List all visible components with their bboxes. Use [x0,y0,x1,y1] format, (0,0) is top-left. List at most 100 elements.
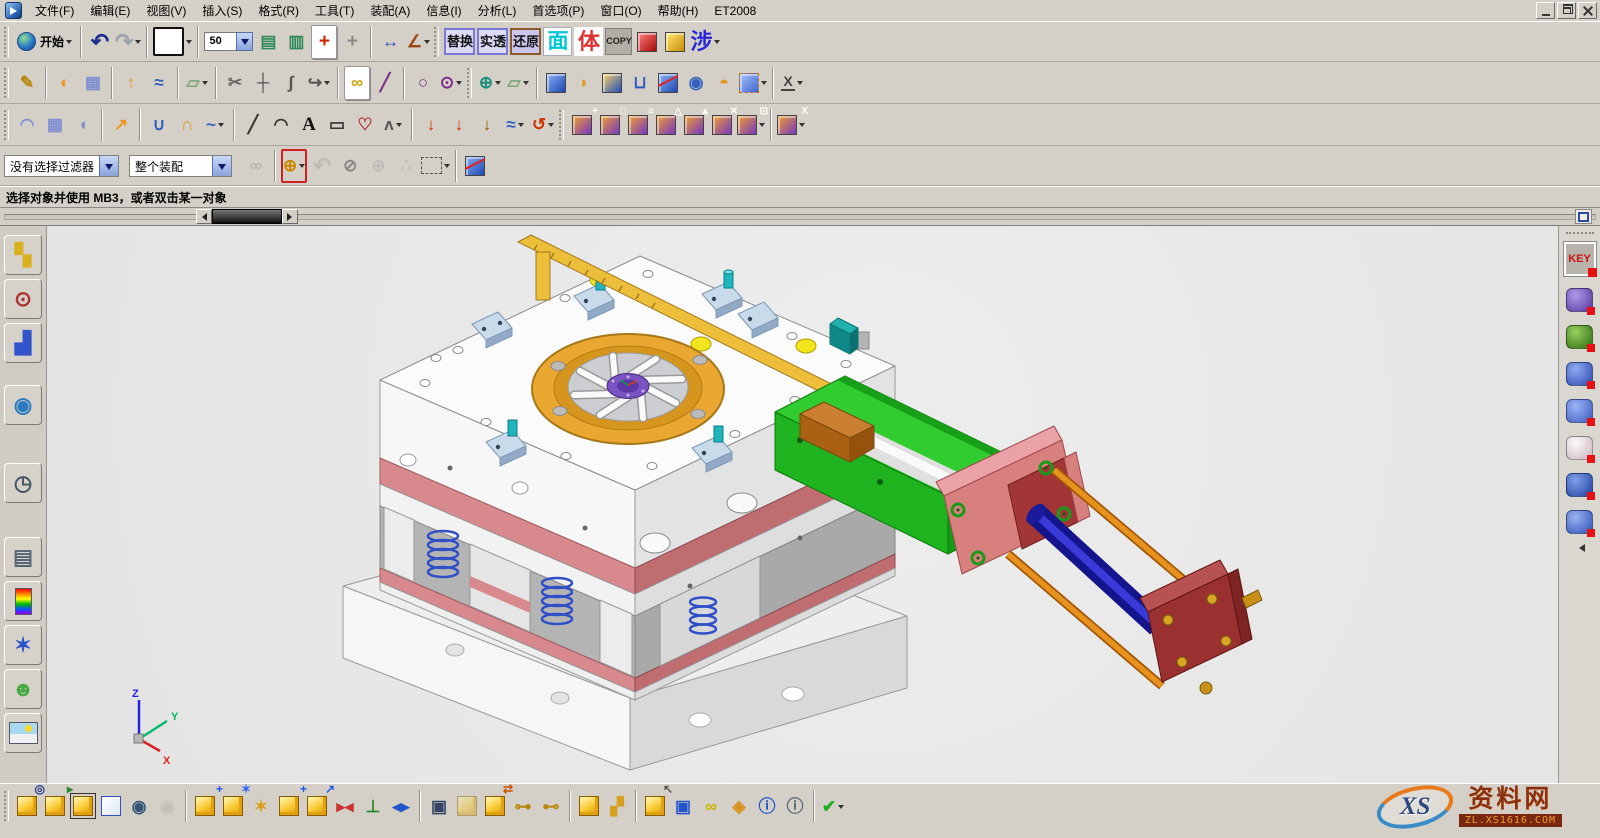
plane-icon[interactable]: ▱ [505,66,531,100]
wave-geometry-icon[interactable]: ◈ [726,787,752,825]
sew-icon[interactable]: ∪ [146,108,172,142]
profile-icon[interactable]: ♡ [352,108,378,142]
trim-curve-icon[interactable]: ✂ [222,66,248,100]
part-pin-icon[interactable] [1563,431,1597,464]
wcs-dynamics-icon[interactable]: + [311,25,337,59]
face-button[interactable]: 面 [543,25,572,59]
part-bracket-icon[interactable] [1563,357,1597,390]
replace-component-icon[interactable]: ⇄ [482,787,508,825]
shell-icon[interactable]: ⊔ [627,66,653,100]
measure-distance-icon[interactable]: ↔ [377,25,403,59]
delete-face-icon[interactable]: ✕ [709,108,735,142]
extrude-icon[interactable]: ↑ [118,66,144,100]
clip-section-icon[interactable] [462,149,488,183]
join-face-icon[interactable]: ∩ [174,108,200,142]
wcs-orient-icon[interactable]: + [339,25,365,59]
part-cylinder-icon[interactable] [1563,505,1597,538]
selection-scope-dropdown[interactable]: 整个装配 [129,155,232,177]
arrangements-icon[interactable] [576,787,602,825]
flattening-icon[interactable]: ~ [202,108,228,142]
menu-item[interactable]: 格式(R) [250,0,307,21]
assembly-constraints-icon[interactable]: ▸◂ [332,787,358,825]
replace-face-icon[interactable]: △ [653,108,679,142]
model-canvas[interactable]: Z Y X [47,226,1558,783]
menu-item[interactable]: 首选项(P) [524,0,592,21]
resize-face-icon[interactable]: X [777,108,805,142]
pattern-feature-icon[interactable] [739,66,767,100]
make-unique-icon[interactable]: ⊶ [510,787,536,825]
polyline-icon[interactable]: ʌ [380,108,406,142]
menu-item[interactable]: 文件(F) [27,0,82,21]
swept-surface-icon[interactable]: ▦ [80,66,106,100]
yellow-cube-icon[interactable] [662,25,688,59]
replace-button[interactable]: 替换 [444,25,475,59]
rectangle-icon[interactable]: ▭ [324,108,350,142]
pattern-component-icon[interactable]: + [276,787,302,825]
block-icon[interactable] [543,66,569,100]
scroll-left-button[interactable] [196,209,212,224]
relations-browser-icon[interactable]: ⓘ [754,787,780,825]
interference-button[interactable]: 涉 [690,25,720,59]
combined-projection-icon[interactable]: ↓ [446,108,472,142]
deselect-icon[interactable]: ⊕ [365,149,391,183]
menu-item[interactable]: 工具(T) [307,0,362,21]
display-color-swatch[interactable] [153,25,192,59]
add-component-icon[interactable]: + [192,787,218,825]
wrap-curve-icon[interactable]: ↓ [474,108,500,142]
work-layer-combo[interactable]: 50 [204,25,253,59]
cylinder-end-block[interactable] [1140,560,1262,694]
datum-plane-icon[interactable]: ▱ [184,66,210,100]
mirror-assembly-icon[interactable]: ◂▸ [388,787,414,825]
scroll-thumb[interactable] [212,209,282,224]
part-fitting-icon[interactable] [1563,468,1597,501]
key-button[interactable]: KEY [1564,242,1596,276]
hole-icon[interactable]: ◉ [683,66,709,100]
menu-item[interactable]: 装配(A) [362,0,418,21]
exploded-view-icon[interactable]: ↖ [642,787,668,825]
line-icon[interactable]: ╱ [240,108,266,142]
restore-button[interactable] [1557,2,1576,19]
menu-item[interactable]: 分析(L) [470,0,525,21]
visualization-icon[interactable]: ✶ [4,625,42,665]
copy-face-icon[interactable]: ⊡ [737,108,765,142]
assembly-sequence-icon[interactable]: ▞ [604,787,630,825]
rectangle-select-icon[interactable] [421,149,450,183]
move-face-icon[interactable]: + [569,108,595,142]
maximize-view-button[interactable] [1575,209,1592,224]
palette-icon[interactable]: ▤ [4,537,42,577]
text-icon[interactable]: A [296,108,322,142]
dropdown-arrow-icon[interactable] [212,156,231,176]
edit-suppression-icon[interactable]: ⊷ [538,787,564,825]
roles-icon[interactable]: ☻ [4,669,42,709]
variational-sweep-icon[interactable]: ≈ [146,66,172,100]
image-gallery-icon[interactable] [4,713,42,753]
hide-component-icon[interactable] [98,787,124,825]
sidebar-collapse-arrow[interactable] [1575,544,1585,552]
trim-body-icon[interactable] [655,66,681,100]
close-button[interactable] [1578,2,1597,19]
circle-center-icon[interactable]: ⊙ [438,66,464,100]
dropdown-arrow-icon[interactable] [99,156,118,176]
snap-point-icon[interactable]: ⊕ [281,149,307,183]
ruled-surface-icon[interactable]: ◠ [14,108,40,142]
graphics-viewport[interactable]: Z Y X [47,226,1558,783]
interpart-link-icon[interactable]: ∞ [243,149,269,183]
through-curves-icon[interactable]: ▦ [42,108,68,142]
constraint-navigator-icon[interactable]: ⊙ [4,279,42,319]
nx-start-button[interactable]: 开始 [14,25,75,59]
menu-item[interactable]: 插入(S) [194,0,250,21]
interpart-links-icon[interactable]: ∞ [698,787,724,825]
selection-filter-dropdown[interactable]: 没有选择过滤器 [4,155,119,177]
eraser-icon[interactable]: ⊘ [337,149,363,183]
measure-angle-icon[interactable]: ∠ [405,25,431,59]
translucent-button[interactable]: 实透 [477,25,508,59]
extrude-box-icon[interactable] [599,66,625,100]
web-browser-icon[interactable]: ◉ [4,385,42,425]
menu-item[interactable]: 窗口(O) [592,0,649,21]
runner-plate-ring[interactable] [532,334,724,444]
history-icon[interactable]: ◷ [4,463,42,503]
offset-region-icon[interactable]: ≡ [625,108,651,142]
menu-item[interactable]: 编辑(E) [82,0,138,21]
flatten-sheet-icon[interactable]: ≈ [502,108,528,142]
layer-settings-icon[interactable]: ▤ [255,25,281,59]
